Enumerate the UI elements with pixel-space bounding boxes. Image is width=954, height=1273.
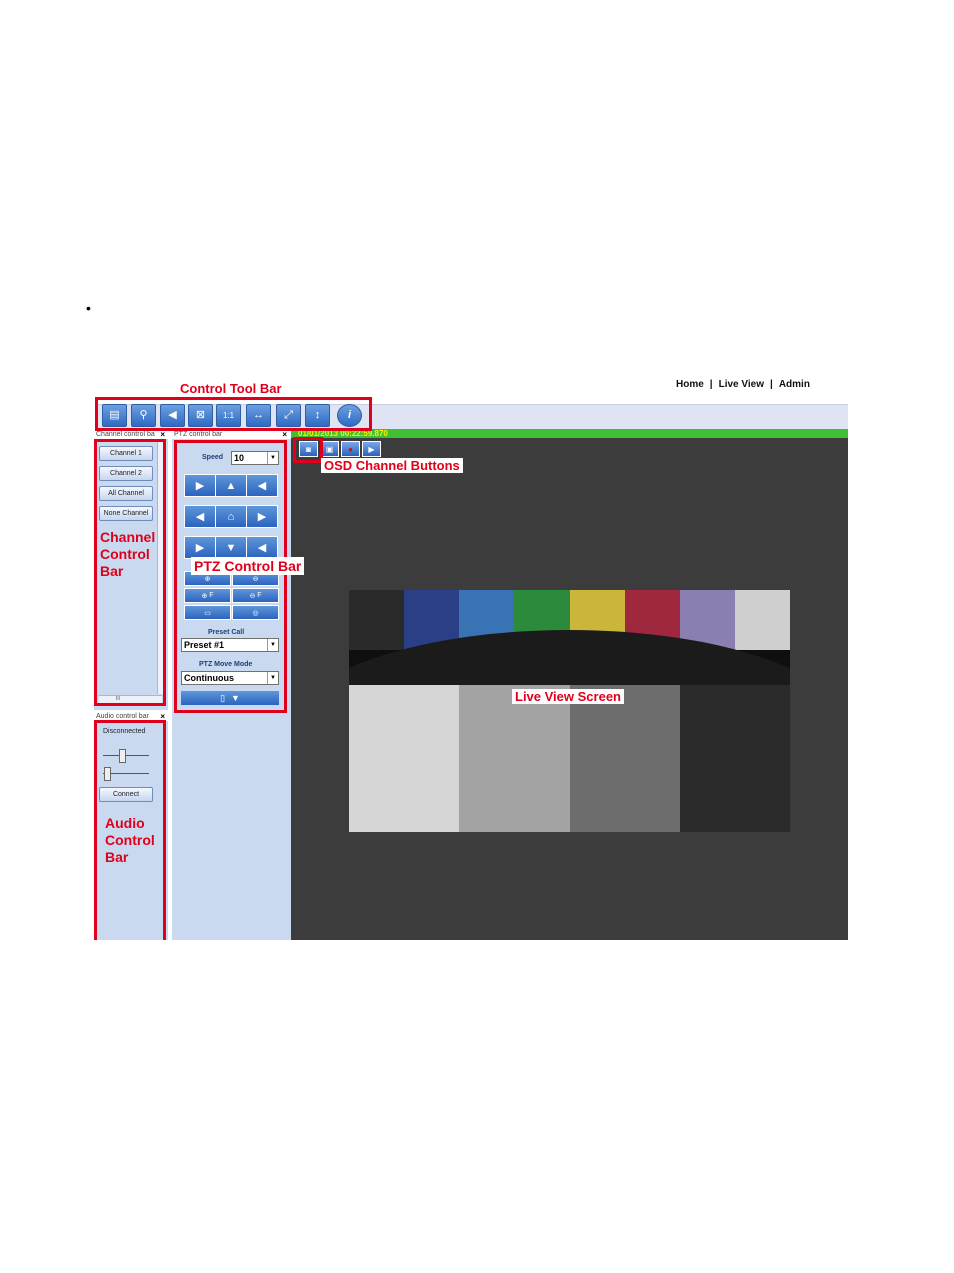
record-button[interactable]: ● bbox=[341, 441, 360, 457]
channel-panel-title-text: Channel control ba bbox=[96, 431, 155, 438]
ptz-control-bar-highlight bbox=[174, 440, 287, 713]
record-icon: ● bbox=[348, 444, 353, 454]
nav-separator: | bbox=[770, 379, 773, 390]
osd-channel-buttons-label: OSD Channel Buttons bbox=[321, 458, 463, 473]
nav-separator: | bbox=[709, 379, 713, 390]
live-view-screen-label: Live View Screen bbox=[512, 689, 624, 704]
ptz-panel-title: PTZ control bar × bbox=[172, 430, 291, 439]
nav-home-link[interactable]: Home bbox=[676, 379, 704, 390]
play-icon: ▶ bbox=[368, 444, 375, 454]
bullet: • bbox=[86, 300, 91, 316]
ptz-control-bar-label: PTZ Control Bar bbox=[191, 557, 305, 575]
nav-admin-link[interactable]: Admin bbox=[779, 379, 810, 390]
audio-panel-title-text: Audio control bar bbox=[96, 713, 149, 720]
control-tool-bar-label: Control Tool Bar bbox=[180, 381, 282, 396]
close-icon[interactable]: × bbox=[282, 430, 287, 439]
audio-control-bar-label: Audio Control Bar bbox=[105, 815, 155, 865]
close-icon[interactable]: × bbox=[160, 430, 165, 439]
image-icon: ▣ bbox=[325, 444, 334, 454]
control-tool-bar-highlight bbox=[95, 397, 372, 431]
channel-control-bar-label: Channel Control Bar bbox=[100, 529, 156, 579]
channel-panel-title: Channel control ba × bbox=[94, 430, 168, 439]
gray-scale-bars bbox=[349, 685, 790, 832]
top-nav: Home | Live View | Admin bbox=[676, 379, 810, 390]
ptz-panel-title-text: PTZ control bar bbox=[174, 431, 223, 438]
nav-live-view-link[interactable]: Live View bbox=[719, 379, 764, 390]
osd-buttons-highlight bbox=[293, 437, 323, 463]
camera-feed-image bbox=[349, 590, 790, 832]
play-button[interactable]: ▶ bbox=[362, 441, 381, 457]
